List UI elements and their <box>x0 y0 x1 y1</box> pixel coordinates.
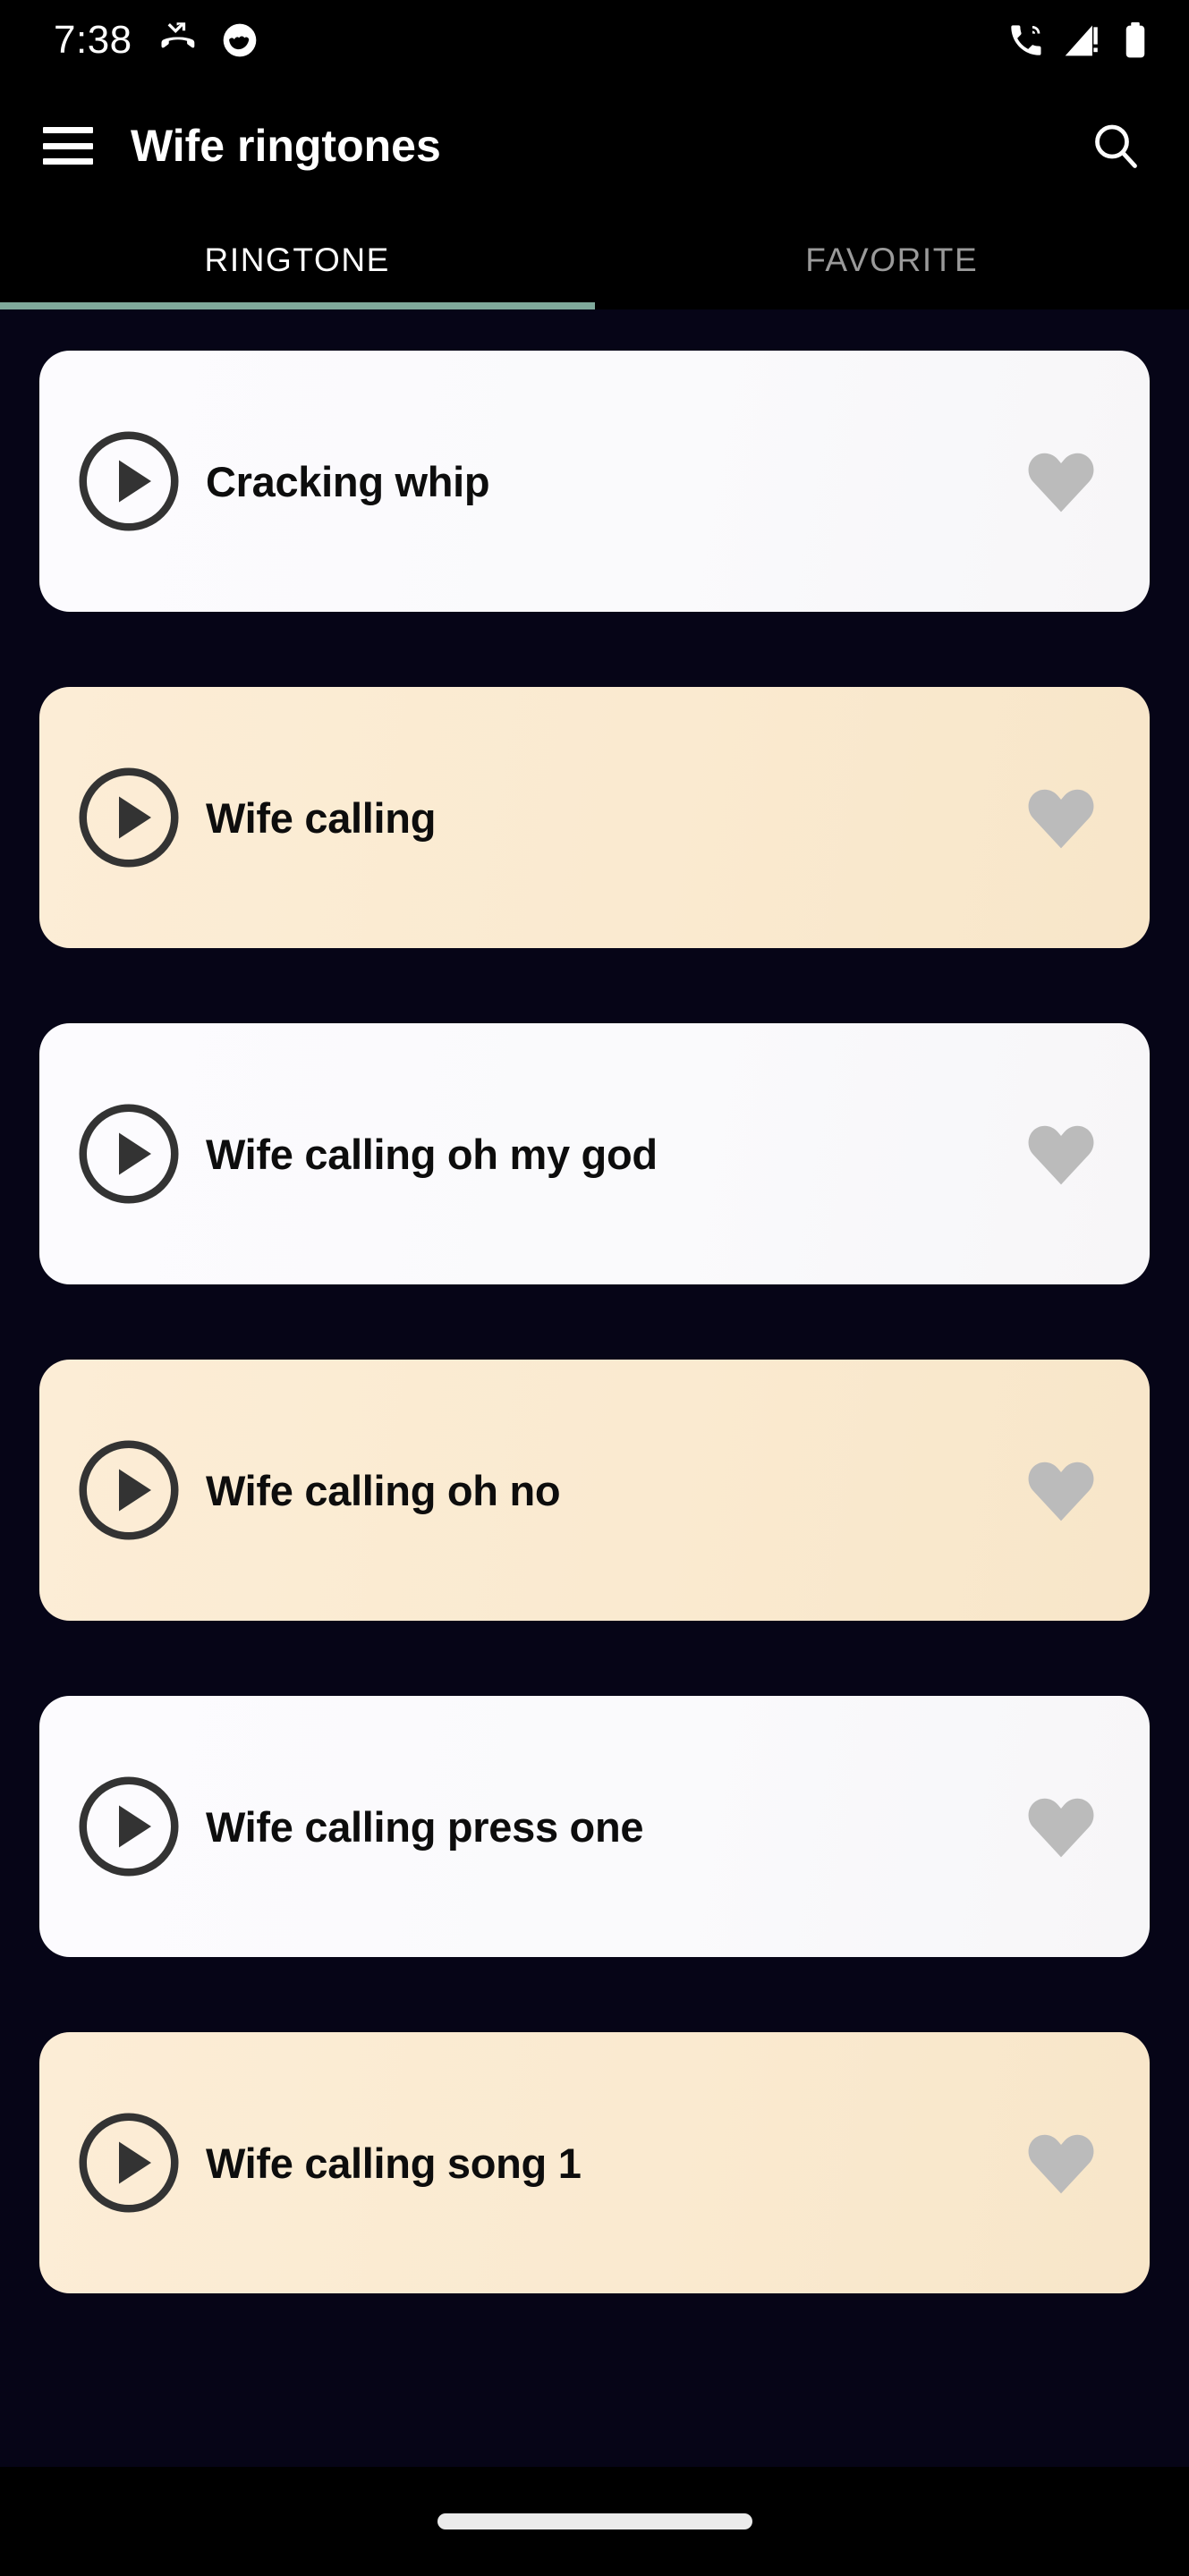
ringtone-list[interactable]: Cracking whip Wife calling Wife calling … <box>0 309 1189 2467</box>
ringtone-title: Wife calling <box>206 793 437 842</box>
system-navigation-bar <box>0 2467 1189 2576</box>
tab-bar: RINGTONE FAVORITE <box>0 211 1189 309</box>
app-screen: 7:38 Wife ringtones RINGTONE FAVORITE Cr… <box>0 0 1189 2576</box>
status-bar-right <box>1006 21 1153 60</box>
play-circle-icon[interactable] <box>75 2109 183 2216</box>
play-circle-icon[interactable] <box>75 428 183 535</box>
ringtone-title: Wife calling oh no <box>206 1466 561 1514</box>
heart-icon[interactable] <box>1021 777 1101 858</box>
play-circle-icon[interactable] <box>75 1773 183 1880</box>
app-notification-icon <box>223 23 256 57</box>
app-bar: Wife ringtones <box>0 80 1189 211</box>
heart-icon[interactable] <box>1021 1114 1101 1194</box>
ringtone-row[interactable]: Wife calling press one <box>39 1696 1150 1957</box>
status-bar-clock: 7:38 <box>54 18 132 62</box>
ringtone-row[interactable]: Wife calling <box>39 687 1150 948</box>
ringtone-title: Cracking whip <box>206 457 490 505</box>
gesture-home-indicator[interactable] <box>437 2513 752 2529</box>
play-circle-icon[interactable] <box>75 1100 183 1208</box>
ringtone-title: Wife calling oh my god <box>206 1130 658 1178</box>
ringtone-row[interactable]: Wife calling oh no <box>39 1360 1150 1621</box>
hamburger-bar <box>43 142 93 149</box>
hamburger-bar <box>43 158 93 165</box>
status-bar-left: 7:38 <box>54 20 259 61</box>
tab-active-indicator <box>0 302 595 309</box>
tab-ringtone[interactable]: RINGTONE <box>0 211 595 309</box>
ringtone-title: Wife calling song 1 <box>206 2139 582 2187</box>
ringtone-row[interactable]: Wife calling song 1 <box>39 2032 1150 2293</box>
wifi-calling-icon <box>1011 25 1041 55</box>
play-circle-icon[interactable] <box>75 1436 183 1544</box>
hamburger-menu-icon[interactable] <box>43 127 93 165</box>
ringtone-row[interactable]: Cracking whip <box>39 351 1150 612</box>
battery-full-icon <box>1125 21 1145 58</box>
tab-favorite[interactable]: FAVORITE <box>595 211 1189 309</box>
status-bar: 7:38 <box>0 0 1189 80</box>
cellular-signal-alert-icon <box>1065 25 1098 56</box>
heart-icon[interactable] <box>1021 1450 1101 1530</box>
heart-icon[interactable] <box>1021 2123 1101 2203</box>
ringtone-title: Wife calling press one <box>206 1802 644 1851</box>
search-icon[interactable] <box>1089 119 1142 173</box>
play-circle-icon[interactable] <box>75 764 183 871</box>
hamburger-bar <box>43 127 93 133</box>
ringtone-row[interactable]: Wife calling oh my god <box>39 1023 1150 1284</box>
heart-icon[interactable] <box>1021 1786 1101 1867</box>
heart-icon[interactable] <box>1021 441 1101 521</box>
missed-call-icon <box>161 22 194 48</box>
page-title: Wife ringtones <box>131 121 441 171</box>
